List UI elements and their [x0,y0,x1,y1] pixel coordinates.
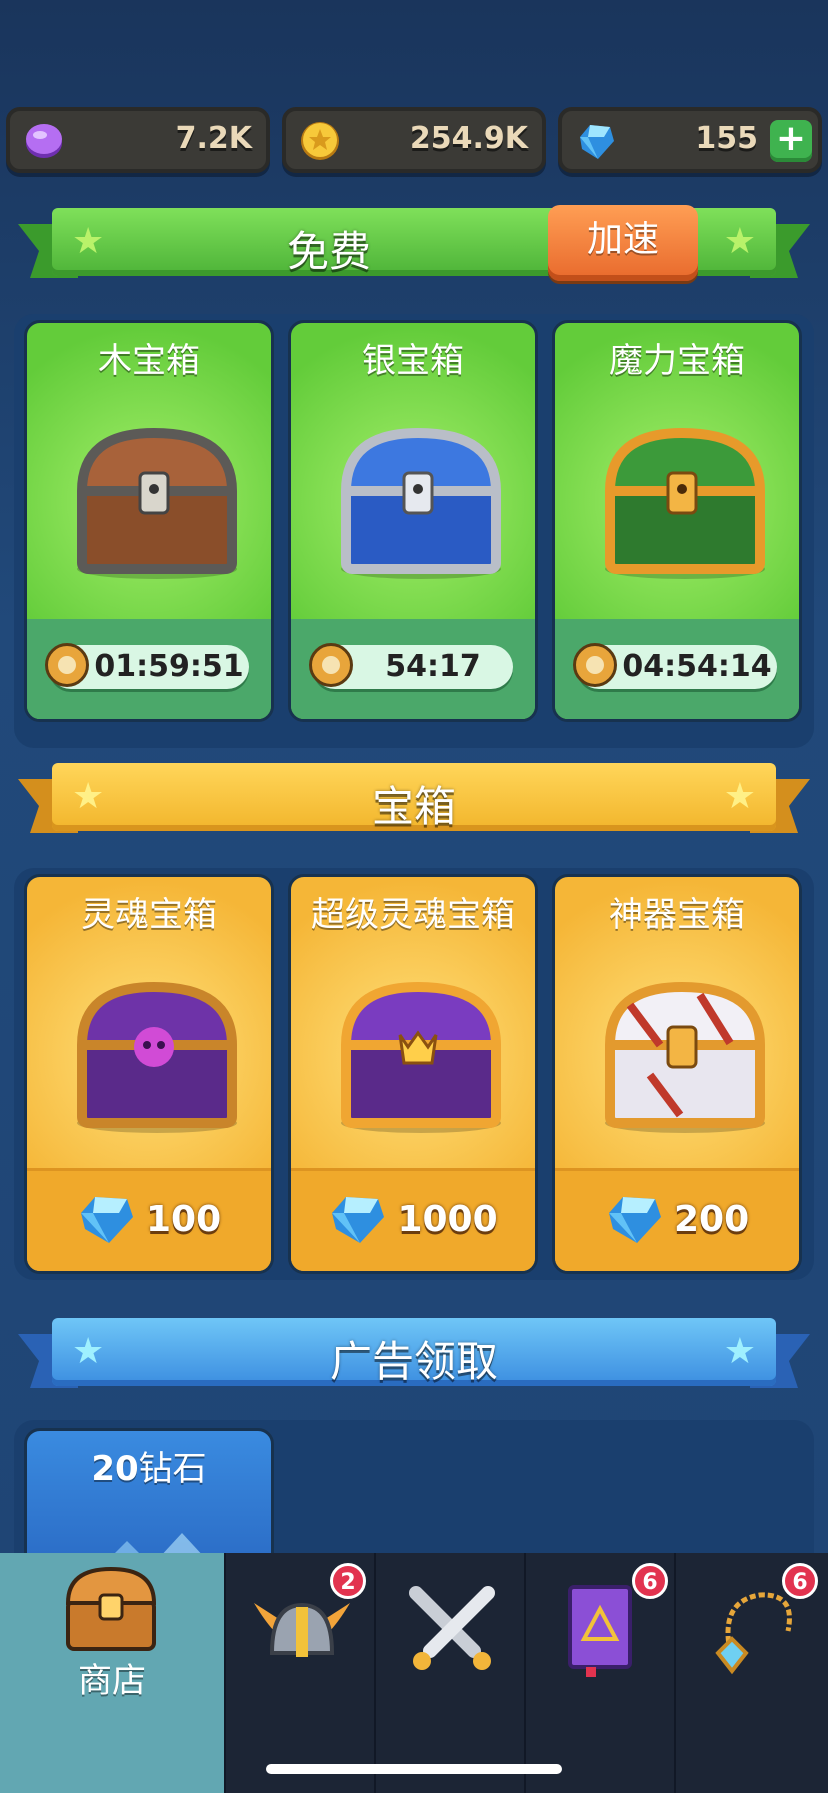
soul-value: 7.2K [175,121,252,156]
chest-name: 银宝箱 [362,341,464,381]
clock-icon [45,643,89,687]
chest-name: 灵魂宝箱 [81,895,217,935]
tab-heroes[interactable]: 2 [224,1553,376,1793]
chest-section-banner: ★ ★ 宝箱 [18,763,810,833]
ad-section-title: 广告领取 [329,1337,498,1386]
tab-shop-label: 商店 [78,1661,146,1701]
clock-icon [309,643,353,687]
magic-chest-card[interactable]: 魔力宝箱 04:54:14 [552,320,802,722]
price-tag: 1000 [291,1193,535,1245]
wooden-chest-icon [76,427,238,579]
tab-shop[interactable]: 商店 [0,1553,224,1793]
blue-gem-icon [580,125,614,159]
artifact-chest-card[interactable]: 神器宝箱 200 [552,874,802,1274]
crossed-swords-icon [409,1586,495,1670]
ad-offer-label: 20钻石 [91,1449,207,1489]
purple-soul-coin-icon [26,124,62,158]
blue-gem-icon [332,1197,385,1243]
gem-value: 155 [695,121,758,156]
chest-timer: 04:54:14 [573,643,777,689]
chest-timer: 54:17 [309,643,513,689]
silver-chest-icon [340,427,502,579]
soul-chest-card[interactable]: 灵魂宝箱 100 [24,874,274,1274]
blue-gem-icon [80,1197,133,1243]
price-tag: 200 [555,1193,799,1245]
tab-battle[interactable] [374,1553,526,1793]
super-soul-chest-card[interactable]: 超级灵魂宝箱 1000 [288,874,538,1274]
speed-up-button[interactable]: 加速 [548,205,698,281]
wooden-chest-card[interactable]: 木宝箱 01:59:51 [24,320,274,722]
blue-gem-icon [608,1197,661,1243]
spellbook-icon [568,1585,632,1677]
price-tag: 100 [27,1193,271,1245]
chest-name: 木宝箱 [98,341,200,381]
equipment-badge: 6 [782,1563,818,1599]
tab-spellbook[interactable]: 6 [524,1553,676,1793]
star-icon: ★ [723,221,756,262]
gold-coin-icon [301,122,339,160]
artifact-chest-icon [604,981,766,1133]
soul-chest-icon [76,981,238,1133]
home-indicator[interactable] [266,1764,562,1774]
spellbook-badge: 6 [632,1563,668,1599]
silver-chest-card[interactable]: 银宝箱 54:17 [288,320,538,722]
ad-section-banner: ★ ★ 广告领取 [18,1318,810,1388]
bottom-navigation: 商店 2 6 6 [0,1553,828,1793]
magic-chest-icon [604,427,766,579]
heroes-badge: 2 [330,1563,366,1599]
chest-name: 魔力宝箱 [609,341,745,381]
tab-equipment[interactable]: 6 [674,1553,828,1793]
add-gems-button[interactable]: + [770,120,812,162]
soul-currency[interactable]: 7.2K [6,107,270,173]
clock-icon [573,643,617,687]
gem-currency[interactable]: 155 + [558,107,822,173]
treasure-chest-icon [65,1566,157,1651]
super-soul-chest-icon [340,981,502,1133]
amulet-icon [715,1592,792,1675]
chest-name: 超级灵魂宝箱 [311,895,515,935]
chest-name: 神器宝箱 [609,895,745,935]
free-section-title: 免费 [286,227,371,276]
chest-section-title: 宝箱 [371,782,456,831]
chest-timer: 01:59:51 [45,643,249,689]
gold-currency[interactable]: 254.9K [282,107,546,173]
gold-value: 254.9K [409,121,528,156]
